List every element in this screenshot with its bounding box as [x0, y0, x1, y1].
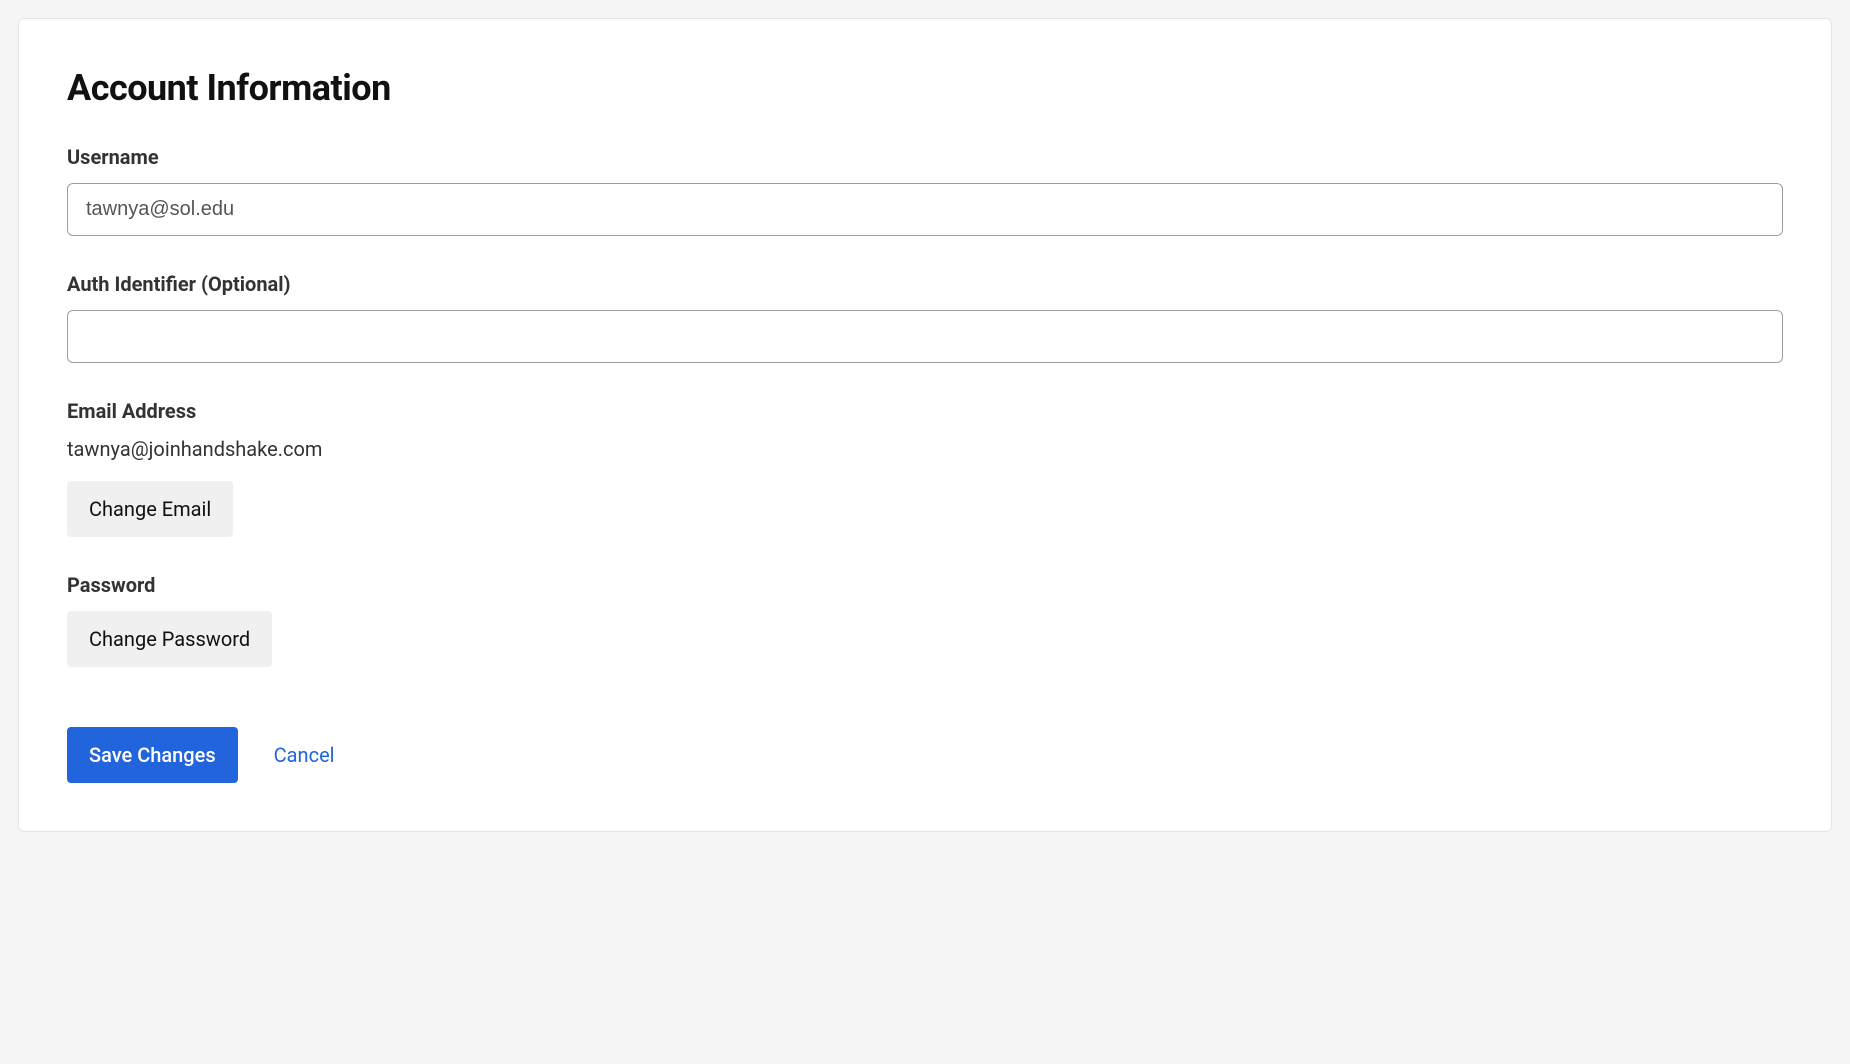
email-field-group: Email Address tawnya@joinhandshake.com C… — [67, 399, 1783, 537]
change-email-button[interactable]: Change Email — [67, 481, 233, 537]
password-label: Password — [67, 573, 1783, 597]
save-changes-button[interactable]: Save Changes — [67, 727, 238, 783]
action-row: Save Changes Cancel — [67, 727, 1783, 783]
password-field-group: Password Change Password — [67, 573, 1783, 667]
username-field-group: Username — [67, 145, 1783, 236]
username-label: Username — [67, 145, 1783, 169]
auth-identifier-field-group: Auth Identifier (Optional) — [67, 272, 1783, 363]
change-password-button[interactable]: Change Password — [67, 611, 272, 667]
email-value: tawnya@joinhandshake.com — [67, 437, 1783, 461]
auth-identifier-label: Auth Identifier (Optional) — [67, 272, 1783, 296]
page-title: Account Information — [67, 67, 1783, 109]
account-information-card: Account Information Username Auth Identi… — [18, 18, 1832, 832]
auth-identifier-input[interactable] — [67, 310, 1783, 363]
username-input[interactable] — [67, 183, 1783, 236]
email-label: Email Address — [67, 399, 1783, 423]
cancel-button[interactable]: Cancel — [274, 743, 335, 767]
